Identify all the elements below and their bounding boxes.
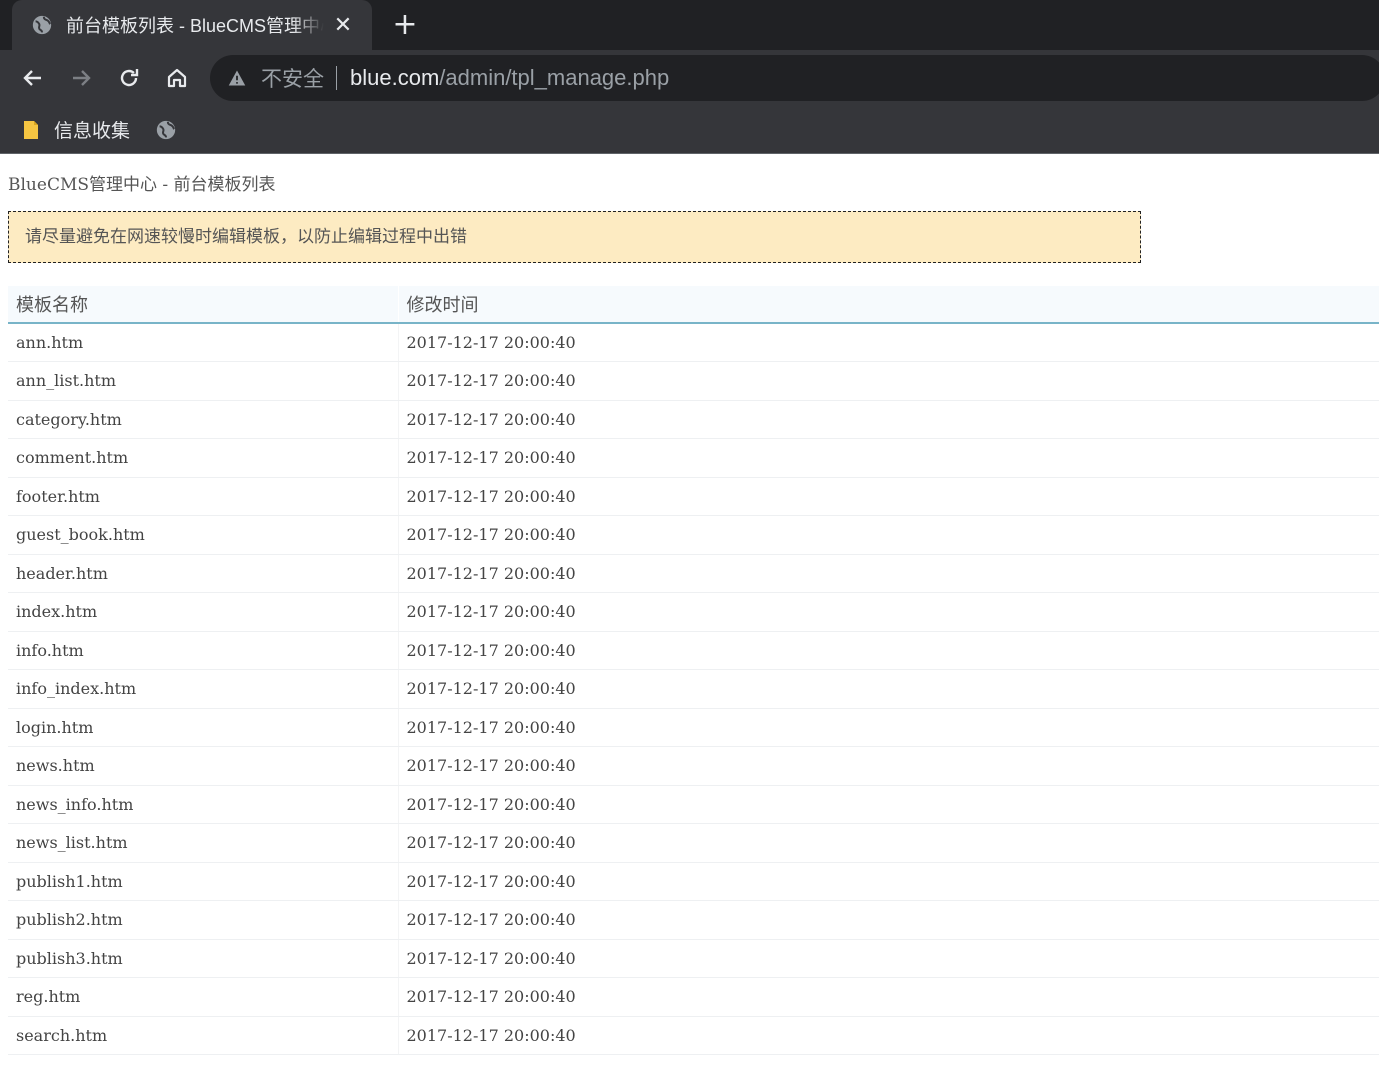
template-name-cell[interactable]: search.htm [8,1016,399,1055]
modified-time-cell: 2017-12-17 20:00:40 [398,746,1379,786]
modified-time-cell: 2017-12-17 20:00:40 [398,438,1379,478]
modified-time-cell: 2017-12-17 20:00:40 [398,823,1379,863]
template-name-cell[interactable]: login.htm [8,708,399,747]
modified-time-cell: 2017-12-17 20:00:40 [398,631,1379,670]
table-row: publish1.htm 2017-12-17 20:00:40 [8,862,1379,901]
table-row: news.htm 2017-12-17 20:00:40 [8,746,1379,786]
globe-icon [32,15,52,35]
table-body: ann.htm 2017-12-17 20:00:40 ann_list.htm 20… [8,323,1379,1055]
column-header-name: 模板名称 [8,286,399,324]
table-row: header.htm 2017-12-17 20:00:40 [8,554,1379,593]
table-row: info_index.htm 2017-12-17 20:00:40 [8,669,1379,709]
bookmark-folder[interactable]: 信息收集 [22,116,130,143]
modified-time-cell: 2017-12-17 20:00:40 [398,515,1379,555]
warning-icon[interactable] [228,69,246,87]
table-row: login.htm 2017-12-17 20:00:40 [8,708,1379,747]
browser-tab-active[interactable]: 前台模板列表 - BlueCMS管理中心 ✕ [12,0,372,50]
modified-time-cell: 2017-12-17 20:00:40 [398,400,1379,439]
table-row: publish3.htm 2017-12-17 20:00:40 [8,939,1379,978]
table-row: index.htm 2017-12-17 20:00:40 [8,592,1379,632]
modified-time-cell: 2017-12-17 20:00:40 [398,669,1379,709]
table-row: comment.htm 2017-12-17 20:00:40 [8,438,1379,478]
table-row: footer.htm 2017-12-17 20:00:40 [8,477,1379,516]
template-name-cell[interactable]: news_list.htm [8,823,399,863]
template-name-cell[interactable]: footer.htm [8,477,399,516]
url-host: blue.com [350,65,440,90]
template-name-cell[interactable]: category.htm [8,400,399,439]
table-row: category.htm 2017-12-17 20:00:40 [8,400,1379,439]
template-name-cell[interactable]: news.htm [8,746,399,786]
table-row: guest_book.htm 2017-12-17 20:00:40 [8,515,1379,555]
modified-time-cell: 2017-12-17 20:00:40 [398,708,1379,747]
template-name-cell[interactable]: comment.htm [8,438,399,478]
template-name-cell[interactable]: header.htm [8,554,399,593]
omnibox-divider [336,66,337,90]
table-row: news_info.htm 2017-12-17 20:00:40 [8,785,1379,824]
reload-icon[interactable] [111,60,147,96]
modified-time-cell: 2017-12-17 20:00:40 [398,977,1379,1017]
template-name-cell[interactable]: info_index.htm [8,669,399,709]
close-icon[interactable]: ✕ [332,13,354,38]
table-row: publish2.htm 2017-12-17 20:00:40 [8,900,1379,940]
bookmark-folder-label: 信息收集 [54,121,131,142]
table-row: info.htm 2017-12-17 20:00:40 [8,631,1379,670]
url-text[interactable]: blue.com/admin/tpl_manage.php [350,65,669,91]
back-arrow-icon[interactable] [15,60,51,96]
url-path: /admin/tpl_manage.php [439,65,670,90]
modified-time-cell: 2017-12-17 20:00:40 [398,477,1379,516]
template-name-cell[interactable]: news_info.htm [8,785,399,824]
modified-time-cell: 2017-12-17 20:00:40 [398,939,1379,978]
modified-time-cell: 2017-12-17 20:00:40 [398,900,1379,940]
table-header-row: 模板名称 修改时间 [8,286,1379,324]
table-row: search.htm 2017-12-17 20:00:40 [8,1016,1379,1055]
modified-time-cell: 2017-12-17 20:00:40 [398,592,1379,632]
tab-title: 前台模板列表 - BlueCMS管理中心 [66,16,324,36]
modified-time-cell: 2017-12-17 20:00:40 [398,785,1379,824]
folder-icon [24,120,38,139]
template-name-cell[interactable]: publish2.htm [8,900,399,940]
template-name-cell[interactable]: ann_list.htm [8,361,399,401]
breadcrumb: BlueCMS管理中心 - 前台模板列表 [8,175,276,195]
security-label[interactable]: 不安全 [261,63,324,93]
table-row: ann_list.htm 2017-12-17 20:00:40 [8,361,1379,401]
template-name-cell[interactable]: publish3.htm [8,939,399,978]
modified-time-cell: 2017-12-17 20:00:40 [398,361,1379,401]
template-name-cell[interactable]: ann.htm [8,323,399,362]
modified-time-cell: 2017-12-17 20:00:40 [398,862,1379,901]
modified-time-cell: 2017-12-17 20:00:40 [398,1016,1379,1055]
browser-toolbar: 不安全 blue.com/admin/tpl_manage.php [0,50,1379,106]
plus-icon[interactable]: + [390,9,420,41]
modified-time-cell: 2017-12-17 20:00:40 [398,323,1379,362]
notice-box: 请尽量避免在网速较慢时编辑模板，以防止编辑过程中出错 [8,211,1141,263]
address-bar[interactable]: 不安全 blue.com/admin/tpl_manage.php [210,55,1379,101]
bookmarks-bar: 信息收集 [0,106,1379,154]
template-name-cell[interactable]: reg.htm [8,977,399,1017]
template-name-cell[interactable]: guest_book.htm [8,515,399,555]
modified-time-cell: 2017-12-17 20:00:40 [398,554,1379,593]
table-row: news_list.htm 2017-12-17 20:00:40 [8,823,1379,863]
table-row: reg.htm 2017-12-17 20:00:40 [8,977,1379,1017]
forward-arrow-icon[interactable] [63,60,99,96]
home-icon[interactable] [159,60,195,96]
template-table: 模板名称 修改时间 ann.htm 2017-12-17 20:00:40 ann_… [8,286,1379,1055]
template-name-cell[interactable]: index.htm [8,592,399,632]
globe-icon[interactable] [155,119,177,141]
column-header-time: 修改时间 [398,286,1379,324]
template-name-cell[interactable]: info.htm [8,631,399,670]
tab-strip: 前台模板列表 - BlueCMS管理中心 ✕ + [0,0,1379,50]
table-row: ann.htm 2017-12-17 20:00:40 [8,323,1379,362]
template-name-cell[interactable]: publish1.htm [8,862,399,901]
